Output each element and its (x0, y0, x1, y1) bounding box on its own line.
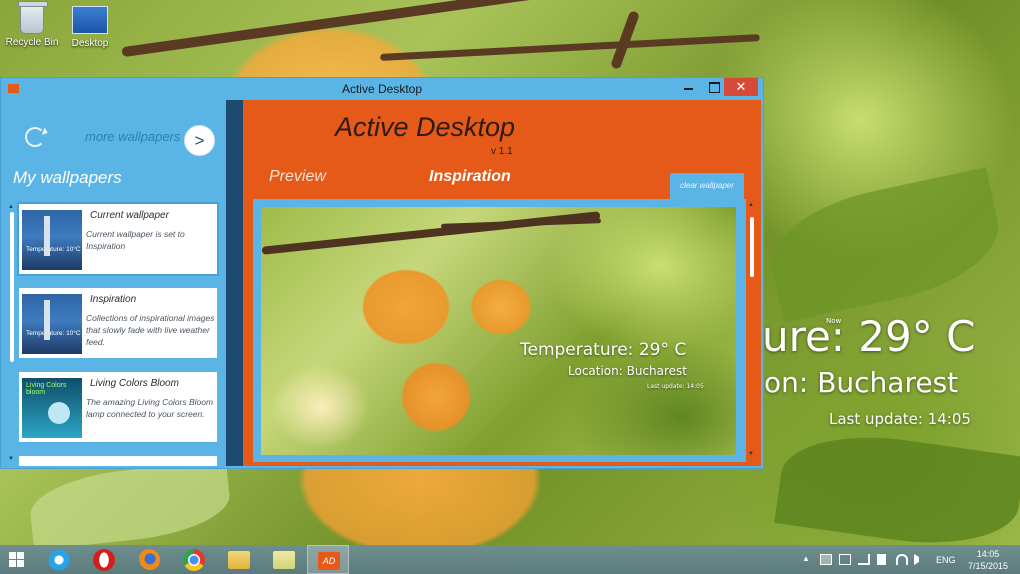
taskbar-opera[interactable] (83, 545, 125, 574)
app-brand-title: Active Desktop (335, 112, 516, 142)
clock-time: 14:05 (976, 549, 1000, 559)
volume-icon[interactable] (914, 554, 919, 565)
wallpaper-item-title: Current wallpaper (90, 210, 169, 221)
desktop-folder-icon (72, 6, 108, 34)
opera-icon (93, 549, 115, 571)
desktop-icon-label: Recycle Bin (5, 37, 59, 48)
folder-icon (228, 551, 250, 569)
wallpaper-item-description: The amazing Living Colors Bloom lamp con… (86, 397, 214, 419)
wallpaper-leaf (774, 423, 1020, 545)
wallpaper-item-title: Living Colors Bloom (90, 378, 179, 389)
wallpaper-leaf (761, 167, 1009, 323)
tab-preview[interactable]: Preview (269, 168, 326, 186)
wallpaper-list: Temperature: 10°C Current wallpaper Curr… (17, 202, 219, 466)
sidebar: more wallpapers > My wallpapers ▲ ▼ Temp… (1, 100, 226, 466)
desktop-icon-label: Desktop (71, 38, 109, 49)
preview-frame: Temperature: 29° C Location: Bucharest L… (253, 199, 746, 462)
scroll-down-arrow-icon[interactable]: ▼ (8, 456, 14, 462)
wifi-icon[interactable] (896, 554, 908, 565)
wallpaper-item-partial[interactable] (19, 456, 217, 466)
chrome-icon (183, 549, 205, 571)
firefox-icon (138, 549, 160, 571)
taskbar-firefox[interactable] (128, 545, 170, 574)
window-titlebar[interactable]: Active Desktop ✕ (1, 78, 763, 100)
action-center-icon[interactable] (820, 554, 832, 565)
taskbar-file-explorer[interactable] (218, 545, 260, 574)
wallpaper-thumbnail: Temperature: 10°C (22, 294, 82, 354)
thumbnail-caption: Living Colors bloom (26, 382, 67, 396)
taskbar-active-desktop[interactable]: AD (307, 545, 349, 574)
network-icon[interactable] (858, 554, 870, 565)
scroll-up-arrow-icon[interactable]: ▲ (748, 202, 754, 208)
windows-logo-icon (9, 552, 24, 567)
active-desktop-icon: AD (318, 552, 340, 570)
thumbnail-caption: Temperature: 10°C (26, 330, 81, 337)
wallpaper-preview-image: Temperature: 29° C Location: Bucharest L… (261, 207, 736, 455)
desktop-weather-location: on: Bucharest (764, 366, 959, 399)
close-button[interactable]: ✕ (724, 78, 758, 96)
refresh-icon[interactable] (25, 127, 45, 147)
wallpaper-item-title: Inspiration (90, 294, 137, 305)
wallpaper-item-inspiration[interactable]: Temperature: 10°C Inspiration Collection… (19, 288, 217, 358)
active-desktop-window: Active Desktop ✕ more wallpapers > My wa… (0, 77, 764, 469)
preview-branch (261, 211, 601, 255)
taskbar-clock[interactable]: 14:05 7/15/2015 (966, 548, 1010, 572)
more-wallpapers-link[interactable]: more wallpapers (85, 129, 180, 144)
my-wallpapers-heading: My wallpapers (13, 168, 122, 187)
main-panel: Active Desktop v 1.1 Preview Inspiration… (243, 100, 761, 466)
preview-last-update: Last update: 14:05 (647, 383, 704, 390)
keyboard-icon[interactable] (839, 554, 851, 565)
clear-wallpaper-button[interactable]: clear wallpaper (670, 173, 744, 199)
wallpaper-branch (380, 34, 760, 61)
taskbar-internet-explorer[interactable] (38, 545, 80, 574)
window-title: Active Desktop (341, 82, 423, 96)
preview-location: Location: Bucharest (568, 364, 688, 378)
tab-inspiration[interactable]: Inspiration (429, 168, 511, 186)
wallpaper-leaf (26, 459, 234, 545)
recycle-bin-icon (18, 1, 48, 34)
app-version: v 1.1 (491, 146, 513, 157)
desktop-icon-recycle-bin[interactable]: Recycle Bin (0, 1, 64, 48)
sidebar-divider (226, 100, 243, 466)
main-scrollbar[interactable]: ▲ ▼ (746, 199, 759, 462)
wallpaper-item-description: Collections of inspirational images that… (86, 313, 215, 347)
wallpaper-item-living-colors[interactable]: Living Colors bloom Living Colors Bloom … (19, 372, 217, 442)
desktop-weather-temperature: ure: 29° C (762, 312, 976, 361)
scroll-down-arrow-icon[interactable]: ▼ (748, 451, 754, 457)
minimize-button[interactable] (675, 78, 703, 96)
taskbar: AD ▲ ENG 14:05 7/15/2015 (0, 545, 1020, 574)
taskbar-chrome[interactable] (173, 545, 215, 574)
sidebar-scrollbar-thumb[interactable] (10, 212, 14, 362)
desktop-icon-desktop[interactable]: Desktop (58, 2, 122, 49)
clock-date: 7/15/2015 (967, 561, 1009, 571)
scroll-up-arrow-icon[interactable]: ▲ (8, 204, 14, 210)
main-scrollbar-thumb[interactable] (750, 217, 754, 277)
notes-icon (273, 551, 295, 569)
internet-explorer-icon (48, 549, 70, 571)
wallpaper-thumbnail: Living Colors bloom (22, 378, 82, 438)
close-icon: ✕ (735, 79, 747, 94)
desktop-weather-last-update: Last update: 14:05 (829, 410, 971, 428)
preview-temperature: Temperature: 29° C (520, 340, 687, 360)
more-wallpapers-button[interactable]: > (184, 125, 215, 156)
flag-icon[interactable] (877, 554, 886, 565)
taskbar-sticky-notes[interactable] (263, 545, 305, 574)
wallpaper-thumbnail: Temperature: 10°C (22, 210, 82, 270)
wallpaper-item-description: Current wallpaper is set to Inspiration (86, 229, 185, 251)
show-hidden-icons-icon[interactable]: ▲ (802, 554, 814, 565)
language-indicator[interactable]: ENG (936, 555, 956, 565)
thumbnail-caption: Temperature: 10°C (26, 246, 81, 253)
wallpaper-item-current[interactable]: Temperature: 10°C Current wallpaper Curr… (17, 202, 219, 276)
start-button[interactable] (0, 545, 42, 574)
system-tray: ▲ (800, 545, 930, 574)
